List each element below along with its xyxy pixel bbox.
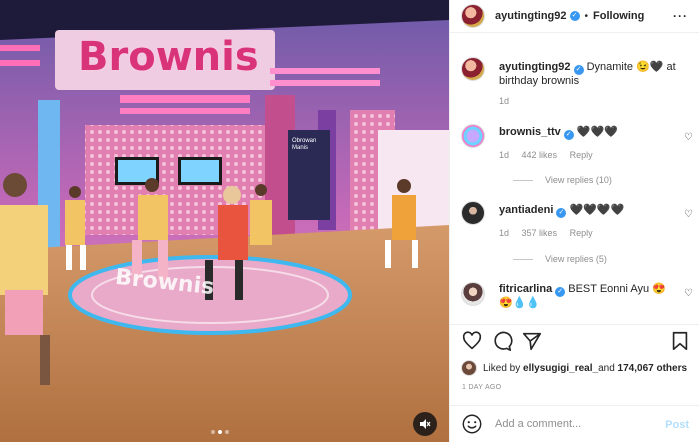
comment-item: fitricarlina ✓ BEST Eonni Ayu 😍😍💧💧 ♡ [461, 282, 697, 322]
comment-username[interactable]: yantiadeni [499, 204, 553, 216]
comment-meta: 1d 442 likes Reply [499, 150, 603, 160]
verified-badge-icon: ✓ [563, 130, 574, 140]
likes-middle: and [598, 362, 615, 374]
caption-block: ayutingting92 ✓ Dynamite 😉🖤 at birthday b… [461, 57, 697, 109]
speaker-muted-icon [420, 419, 431, 429]
caption-meta: 1d [499, 96, 519, 106]
view-replies-button[interactable]: View replies (10) [513, 175, 612, 185]
more-horizontal-icon[interactable]: ··· [673, 9, 688, 23]
bookmark-icon[interactable] [669, 330, 691, 352]
likes-count[interactable]: 174,067 others [618, 363, 688, 374]
reply-button[interactable]: Reply [570, 150, 593, 160]
comment-username[interactable]: fitricarlina [499, 283, 552, 295]
comment-text: 🖤🖤🖤🖤 [569, 204, 625, 216]
add-comment-bar: Post [450, 405, 699, 442]
comment-avatar[interactable] [461, 124, 485, 148]
view-replies-label[interactable]: View replies (5) [545, 254, 607, 264]
carousel-dot [211, 430, 215, 434]
verified-badge-icon: ✓ [569, 11, 580, 21]
comment-username[interactable]: brownis_ttv [499, 126, 561, 138]
tv-label: Obrowan Manis [292, 138, 317, 151]
comment-likes[interactable]: 442 likes [522, 150, 558, 160]
likes-summary: Liked by ellysugigi_real_ and 174,067 ot… [461, 360, 687, 376]
post-date[interactable]: 1 DAY AGO [462, 384, 501, 391]
author-avatar[interactable] [461, 4, 485, 28]
liker-username[interactable]: ellysugigi_real_ [523, 363, 598, 374]
mute-button[interactable] [413, 412, 437, 436]
comment-item: brownis_ttv ✓ 🖤🖤🖤 ♡ 1d 442 likes Reply Vi… [461, 124, 697, 186]
caption-username[interactable]: ayutingting92 [499, 61, 571, 73]
carousel-dot-active [218, 430, 222, 434]
post-header: ayutingting92 ✓ • Following ··· [450, 0, 699, 33]
comment-avatar[interactable] [461, 282, 485, 306]
header-separator: • [584, 10, 589, 22]
comment-body: brownis_ttv ✓ 🖤🖤🖤 [499, 126, 679, 140]
view-replies-label[interactable]: View replies (10) [545, 175, 612, 185]
reply-button[interactable]: Reply [570, 228, 593, 238]
studio-sign: Brownis [78, 34, 259, 80]
verified-badge-icon: ✓ [573, 65, 584, 75]
comment-time[interactable]: 1d [499, 150, 509, 160]
like-comment-heart-icon[interactable]: ♡ [684, 132, 693, 143]
comment-meta: 1d 357 likes Reply [499, 228, 603, 238]
view-replies-button[interactable]: View replies (5) [513, 254, 607, 264]
action-bar [450, 324, 699, 364]
comment-text: 🖤🖤🖤 [576, 126, 618, 138]
author-username[interactable]: ayutingting92 [495, 10, 567, 22]
post-media[interactable]: Brownis Obrowan Manis Brownis [0, 0, 449, 442]
comment-item: yantiadeni ✓ 🖤🖤🖤🖤 ♡ 1d 357 likes Reply Vi… [461, 201, 697, 264]
share-icon[interactable] [521, 330, 543, 352]
replies-divider [513, 179, 533, 181]
liker-avatar[interactable] [461, 360, 477, 376]
comment-avatar[interactable] [461, 201, 485, 225]
caption-avatar[interactable] [461, 57, 485, 81]
like-comment-heart-icon[interactable]: ♡ [684, 209, 693, 220]
carousel-dot [225, 430, 229, 434]
comment-body: yantiadeni ✓ 🖤🖤🖤🖤 [499, 204, 679, 218]
verified-badge-icon: ✓ [555, 287, 566, 297]
emoji-icon[interactable] [461, 413, 483, 435]
verified-badge-icon: ✓ [556, 208, 567, 218]
post-button[interactable]: Post [665, 419, 689, 431]
comment-body: fitricarlina ✓ BEST Eonni Ayu 😍😍💧💧 [499, 283, 679, 310]
heart-icon[interactable] [461, 330, 483, 352]
caption-text-block: ayutingting92 ✓ Dynamite 😉🖤 at birthday b… [499, 61, 679, 88]
replies-divider [513, 258, 533, 260]
comment-input[interactable] [495, 418, 655, 430]
like-comment-heart-icon[interactable]: ♡ [684, 288, 693, 299]
likes-prefix: Liked by [483, 362, 521, 374]
caption-time[interactable]: 1d [499, 96, 509, 106]
comment-icon[interactable] [491, 330, 513, 352]
comment-time[interactable]: 1d [499, 228, 509, 238]
carousel-dots [211, 430, 229, 434]
comment-likes[interactable]: 357 likes [522, 228, 558, 238]
post-side-panel: ayutingting92 ✓ • Following ··· ayutingt… [449, 0, 699, 442]
following-button[interactable]: Following [593, 10, 644, 22]
